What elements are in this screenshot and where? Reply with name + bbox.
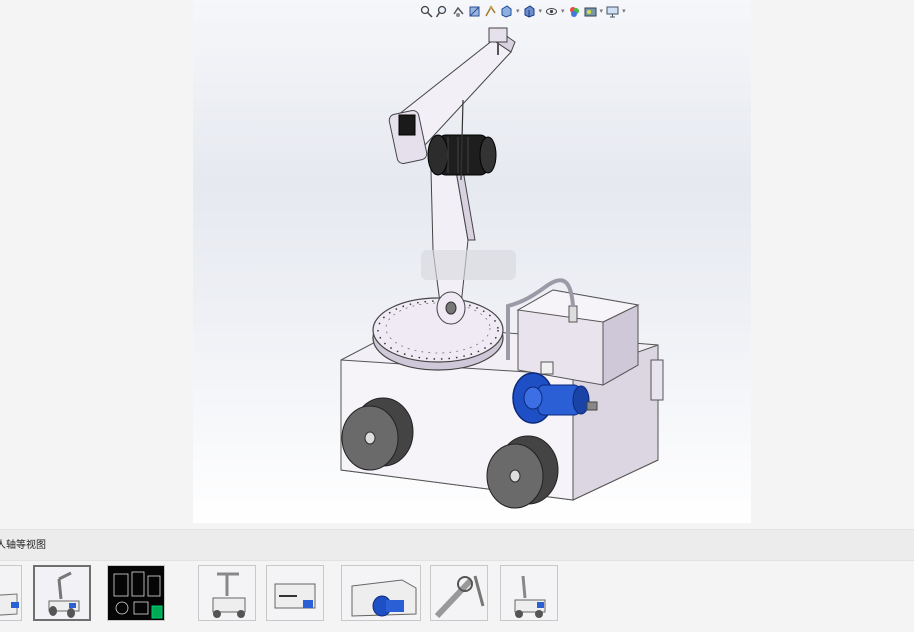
display-style-icon[interactable] — [523, 4, 536, 18]
thumbnail-strip — [0, 563, 914, 627]
edit-appearance-icon[interactable] — [568, 5, 581, 18]
thumbnail-3[interactable] — [107, 565, 165, 621]
robot-model-render — [340, 27, 664, 509]
thumbnail-2[interactable] — [33, 565, 91, 621]
zoom-to-fit-icon[interactable] — [420, 5, 433, 18]
view-caption: 器人轴等视图 — [0, 540, 46, 551]
hide-show-items-icon[interactable] — [545, 5, 558, 18]
thumbnail-1[interactable] — [0, 565, 22, 621]
thumbnail-6[interactable] — [341, 565, 421, 621]
thumbnail-5[interactable] — [266, 565, 324, 621]
thumbnail-7[interactable] — [430, 565, 488, 621]
view-orientation-icon[interactable] — [500, 4, 513, 18]
3d-model-viewport[interactable]: ▾ ▾ ▾ ▾ ▾ — [193, 0, 751, 523]
view-settings-icon[interactable] — [606, 5, 619, 18]
view-caption-bar: 器人轴等视图 — [0, 529, 914, 561]
thumbnail-8[interactable] — [500, 565, 558, 621]
view-toolbar: ▾ ▾ ▾ ▾ ▾ — [420, 3, 626, 19]
thumbnail-4[interactable] — [198, 565, 256, 621]
zoom-area-icon[interactable] — [436, 5, 449, 18]
section-view-icon[interactable] — [468, 5, 481, 18]
apply-scene-icon[interactable] — [584, 5, 597, 18]
previous-view-icon[interactable] — [452, 5, 465, 18]
dynamic-annotation-icon[interactable] — [484, 5, 497, 18]
